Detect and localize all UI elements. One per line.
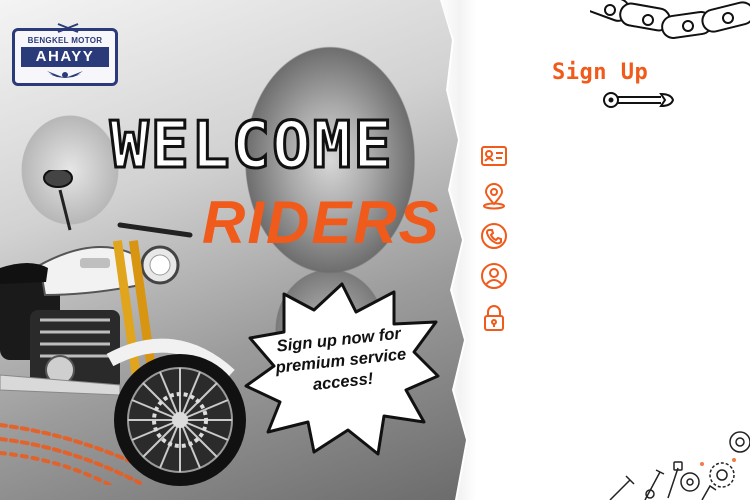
bike-chain-decoration <box>590 0 750 39</box>
wrench-icon <box>603 92 675 108</box>
lock-icon[interactable] <box>480 304 508 332</box>
id-card-icon[interactable] <box>480 142 508 170</box>
signup-title: Sign Up <box>552 60 649 85</box>
crossed-wrenches-icon <box>57 23 79 33</box>
phone-icon[interactable] <box>480 222 508 250</box>
logo-subtitle: BENGKEL MOTOR <box>27 35 103 45</box>
welcome-heading: WELCOME <box>109 109 394 184</box>
user-icon[interactable] <box>480 262 508 290</box>
tools-gears-decoration <box>609 431 750 500</box>
riders-heading: RIDERS <box>202 189 441 256</box>
wing-emblem-icon <box>47 70 83 78</box>
brand-logo[interactable]: BENGKEL MOTOR AHAYY <box>12 23 118 86</box>
logo-name: AHAYY <box>21 46 109 67</box>
location-pin-icon[interactable] <box>480 182 508 210</box>
